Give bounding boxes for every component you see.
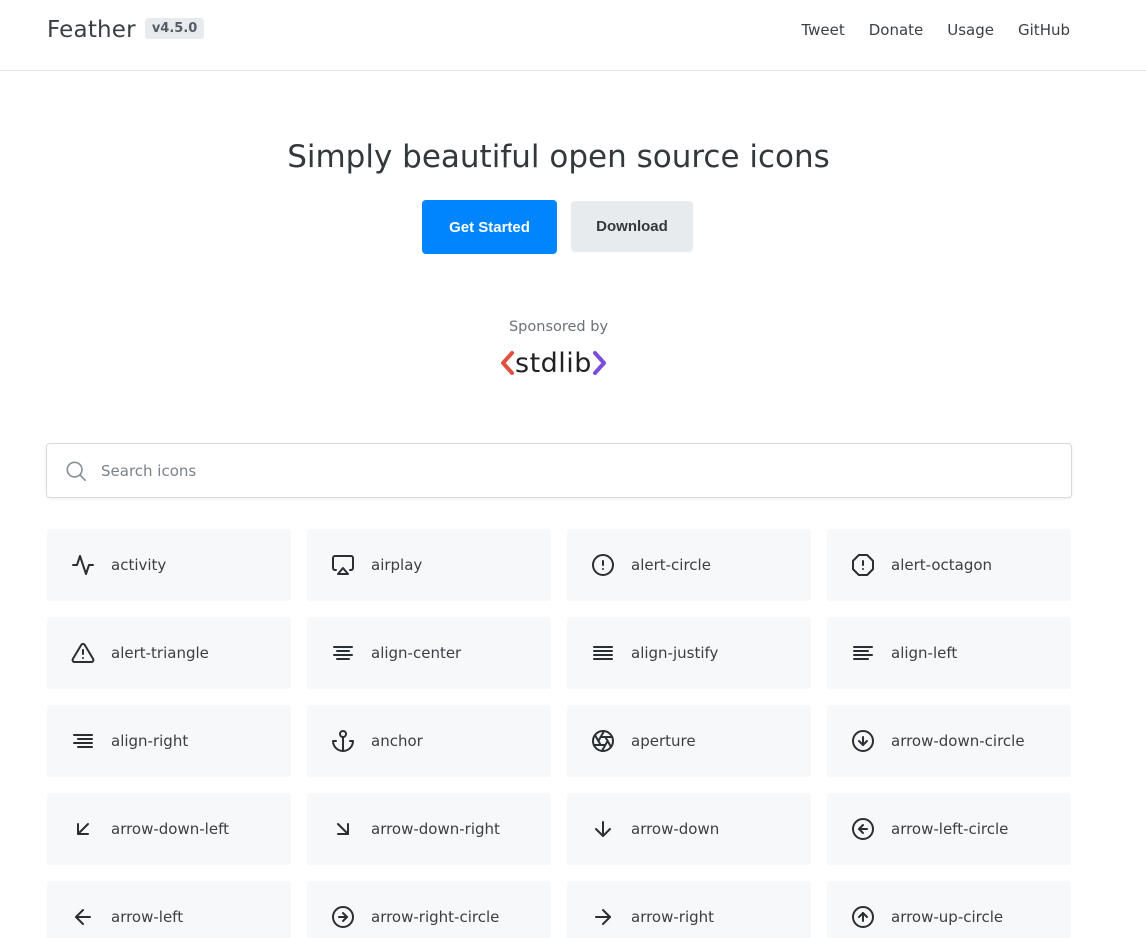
top-navbar: Feather v4.5.0 Tweet Donate Usage GitHub [0, 0, 1146, 71]
hero-title: Simply beautiful open source icons [287, 139, 830, 175]
icon-tile-label: align-right [111, 732, 189, 750]
icon-tile-activity[interactable]: activity [47, 529, 291, 601]
nav-link-donate[interactable]: Donate [869, 21, 924, 39]
alert-circle-icon [592, 554, 614, 576]
arrow-down-right-icon [337, 823, 349, 835]
icon-tile-label: align-left [891, 644, 958, 662]
icon-tile-align-right[interactable]: align-right [47, 705, 291, 777]
icon-tile-alert-triangle[interactable]: alert-triangle [47, 617, 291, 689]
icon-tile-align-justify[interactable]: align-justify [567, 617, 811, 689]
icon-tile-alert-circle[interactable]: alert-circle [567, 529, 811, 601]
icon-tile-arrow-down-left[interactable]: arrow-down-left [47, 793, 291, 865]
icon-tile-arrow-left-circle[interactable]: arrow-left-circle [827, 793, 1071, 865]
version-badge: v4.5.0 [144, 17, 205, 39]
icon-tile-arrow-up-circle[interactable]: arrow-up-circle [827, 881, 1071, 938]
sponsor-logo-text: stdlib [515, 347, 592, 379]
arrow-right-icon [595, 909, 611, 925]
icon-tile-label: align-center [371, 644, 462, 662]
icon-tile-label: arrow-left-circle [891, 820, 1009, 838]
arrow-right-circle-icon [332, 906, 354, 928]
icon-tile-align-center[interactable]: align-center [307, 617, 551, 689]
icon-tile-label: alert-triangle [111, 644, 209, 662]
aperture-icon [592, 730, 614, 752]
sponsor-label: Sponsored by [508, 319, 609, 335]
icon-tile-label: airplay [371, 556, 423, 574]
brand-name[interactable]: Feather [47, 17, 136, 43]
airplay-icon [332, 555, 354, 575]
align-center-icon [333, 646, 353, 660]
arrow-down-icon [595, 821, 611, 837]
nav-link-github[interactable]: GitHub [1018, 21, 1070, 39]
icon-tile-arrow-down-right[interactable]: arrow-down-right [307, 793, 551, 865]
activity-icon [72, 555, 94, 575]
icon-tile-arrow-down-circle[interactable]: arrow-down-circle [827, 705, 1071, 777]
stdlib-left-bracket-icon [501, 351, 514, 375]
brand[interactable]: Feather v4.5.0 [47, 17, 205, 43]
anchor-icon [332, 730, 354, 752]
icon-tile-label: arrow-down-right [371, 820, 500, 838]
arrow-up-circle-icon [852, 906, 874, 928]
icon-tile-label: arrow-down [631, 820, 720, 838]
icon-tile-anchor[interactable]: anchor [307, 705, 551, 777]
icon-tile-label: arrow-left [111, 908, 184, 926]
icon-tile-aperture[interactable]: aperture [567, 705, 811, 777]
stdlib-right-bracket-icon [592, 351, 606, 375]
align-left-icon [853, 646, 873, 660]
align-justify-icon [593, 646, 613, 660]
arrow-down-circle-icon [852, 730, 874, 752]
icon-tile-label: activity [111, 556, 167, 574]
icon-tile-label: arrow-up-circle [891, 908, 1004, 926]
get-started-button[interactable]: Get Started [422, 200, 557, 254]
icon-tile-label: anchor [371, 732, 423, 750]
icon-tile-arrow-right[interactable]: arrow-right [567, 881, 811, 938]
download-button[interactable]: Download [571, 201, 693, 252]
arrow-left-icon [75, 909, 91, 925]
nav-link-usage[interactable]: Usage [947, 21, 994, 39]
icon-tile-label: arrow-down-left [111, 820, 229, 838]
icon-tile-label: arrow-down-circle [891, 732, 1025, 750]
align-right-icon [73, 734, 93, 748]
sponsor-logo[interactable]: stdlib [500, 344, 618, 382]
icon-tile-airplay[interactable]: airplay [307, 529, 551, 601]
nav-links: Tweet Donate Usage GitHub [801, 21, 1070, 39]
alert-octagon-icon [852, 554, 874, 576]
icon-tile-label: align-justify [631, 644, 719, 662]
icon-tile-label: arrow-right-circle [371, 908, 500, 926]
nav-link-tweet[interactable]: Tweet [801, 21, 844, 39]
icon-grid: activity airplay alert-circle alert-octa… [47, 529, 1071, 938]
arrow-down-left-icon [77, 823, 89, 835]
icon-tile-arrow-left[interactable]: arrow-left [47, 881, 291, 938]
search-icon [66, 461, 86, 481]
icon-tile-label: arrow-right [631, 908, 715, 926]
icon-tile-label: aperture [631, 732, 696, 750]
arrow-left-circle-icon [852, 818, 874, 840]
icon-tile-arrow-down[interactable]: arrow-down [567, 793, 811, 865]
alert-triangle-icon [71, 642, 95, 663]
icon-tile-align-left[interactable]: align-left [827, 617, 1071, 689]
icon-tile-label: alert-octagon [891, 556, 993, 574]
search-box [46, 443, 1072, 498]
icon-tile-arrow-right-circle[interactable]: arrow-right-circle [307, 881, 551, 938]
search-input[interactable] [101, 444, 1051, 497]
icon-tile-alert-octagon[interactable]: alert-octagon [827, 529, 1071, 601]
icon-tile-label: alert-circle [631, 556, 711, 574]
